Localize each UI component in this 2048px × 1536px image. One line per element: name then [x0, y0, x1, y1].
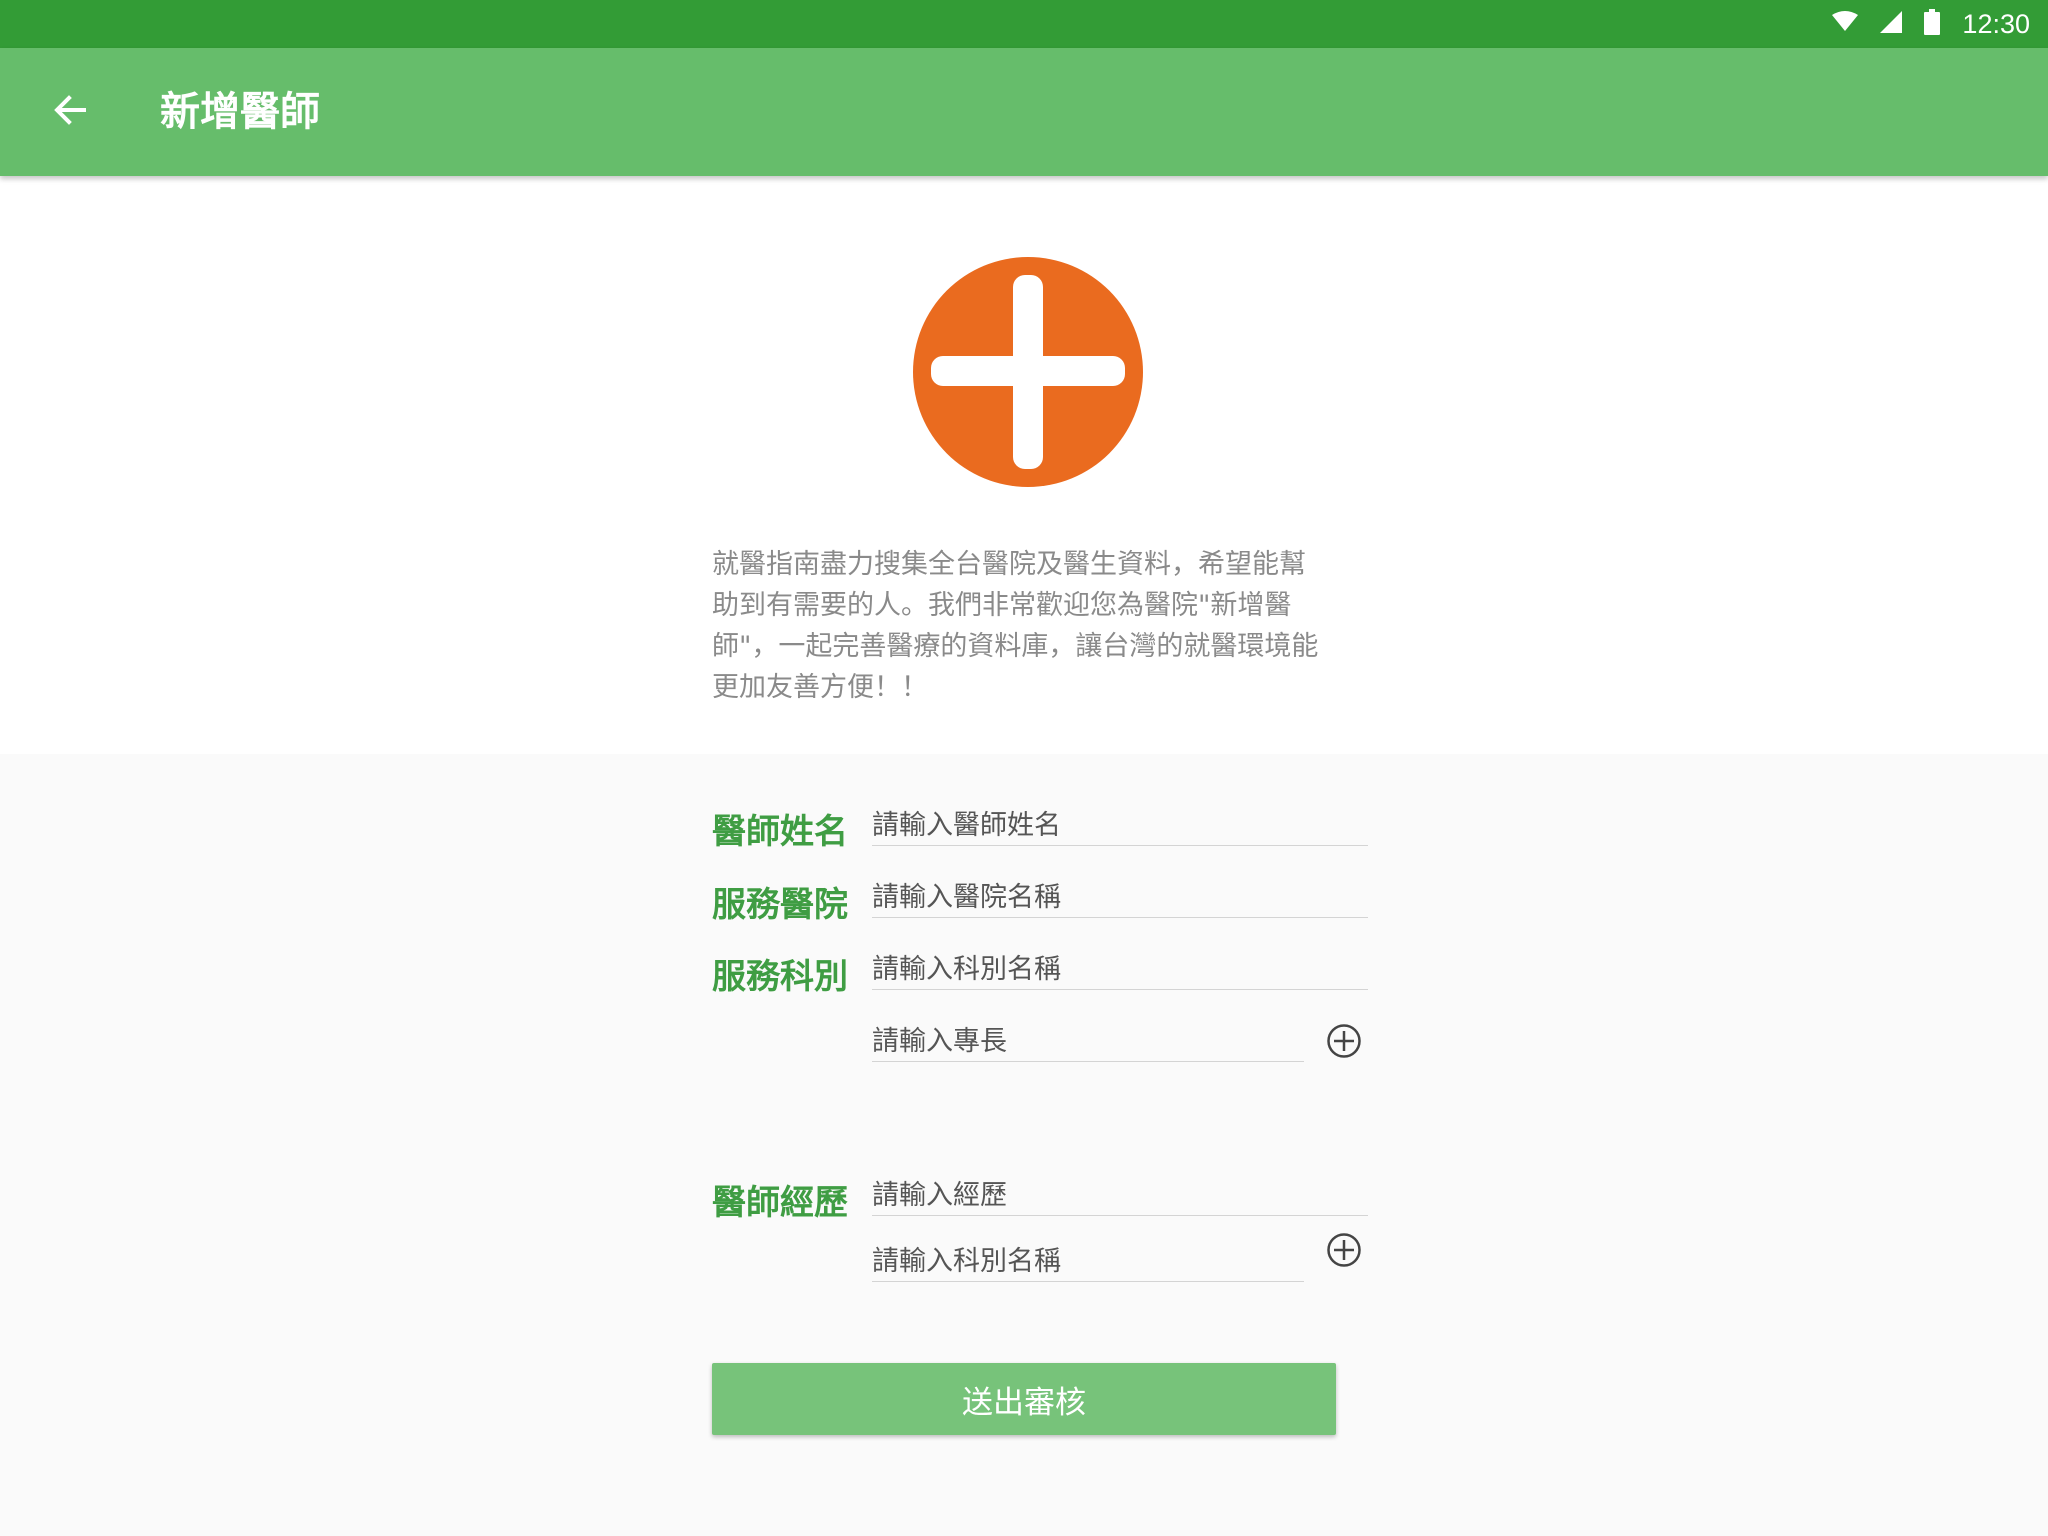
doctor-name-label: 醫師姓名 — [712, 812, 848, 852]
hospital-label: 服務醫院 — [712, 885, 848, 925]
status-icons: 12:30 — [1832, 0, 2030, 48]
specialty-input[interactable] — [872, 1021, 1304, 1062]
back-button[interactable] — [34, 76, 106, 148]
intro-section: 就醫指南盡力搜集全台醫院及醫生資料，希望能幫助到有需要的人。我們非常歡迎您為醫院… — [0, 176, 2048, 754]
app-bar: 新增醫師 — [0, 48, 2048, 176]
status-bar: 12:30 — [0, 0, 2048, 48]
wifi-icon — [1832, 11, 1859, 37]
experience-department-input[interactable] — [872, 1241, 1304, 1282]
cellular-signal-icon — [1880, 11, 1903, 37]
intro-text: 就醫指南盡力搜集全台醫院及醫生資料，希望能幫助到有需要的人。我們非常歡迎您為醫院… — [712, 549, 1319, 703]
add-circle-icon — [1327, 1233, 1361, 1267]
status-time: 12:30 — [1962, 8, 2030, 39]
hospital-input[interactable] — [872, 877, 1368, 918]
page-title: 新增醫師 — [160, 89, 320, 135]
department-input[interactable] — [872, 949, 1368, 990]
experience-label: 醫師經歷 — [712, 1183, 848, 1223]
department-label: 服務科別 — [712, 957, 848, 997]
doctor-name-input[interactable] — [872, 805, 1368, 846]
arrow-back-icon — [52, 92, 88, 132]
battery-icon — [1924, 9, 1941, 39]
experience-input[interactable] — [872, 1175, 1368, 1216]
add-specialty-button[interactable] — [1326, 1023, 1362, 1059]
add-doctor-form: 醫師姓名 服務醫院 服務科別 醫師經歷 送出審核 — [0, 754, 2048, 1536]
submit-review-button[interactable]: 送出審核 — [712, 1363, 1336, 1435]
add-circle-icon — [1327, 1024, 1361, 1058]
medical-cross-logo — [913, 257, 1143, 487]
add-experience-button[interactable] — [1326, 1232, 1362, 1268]
